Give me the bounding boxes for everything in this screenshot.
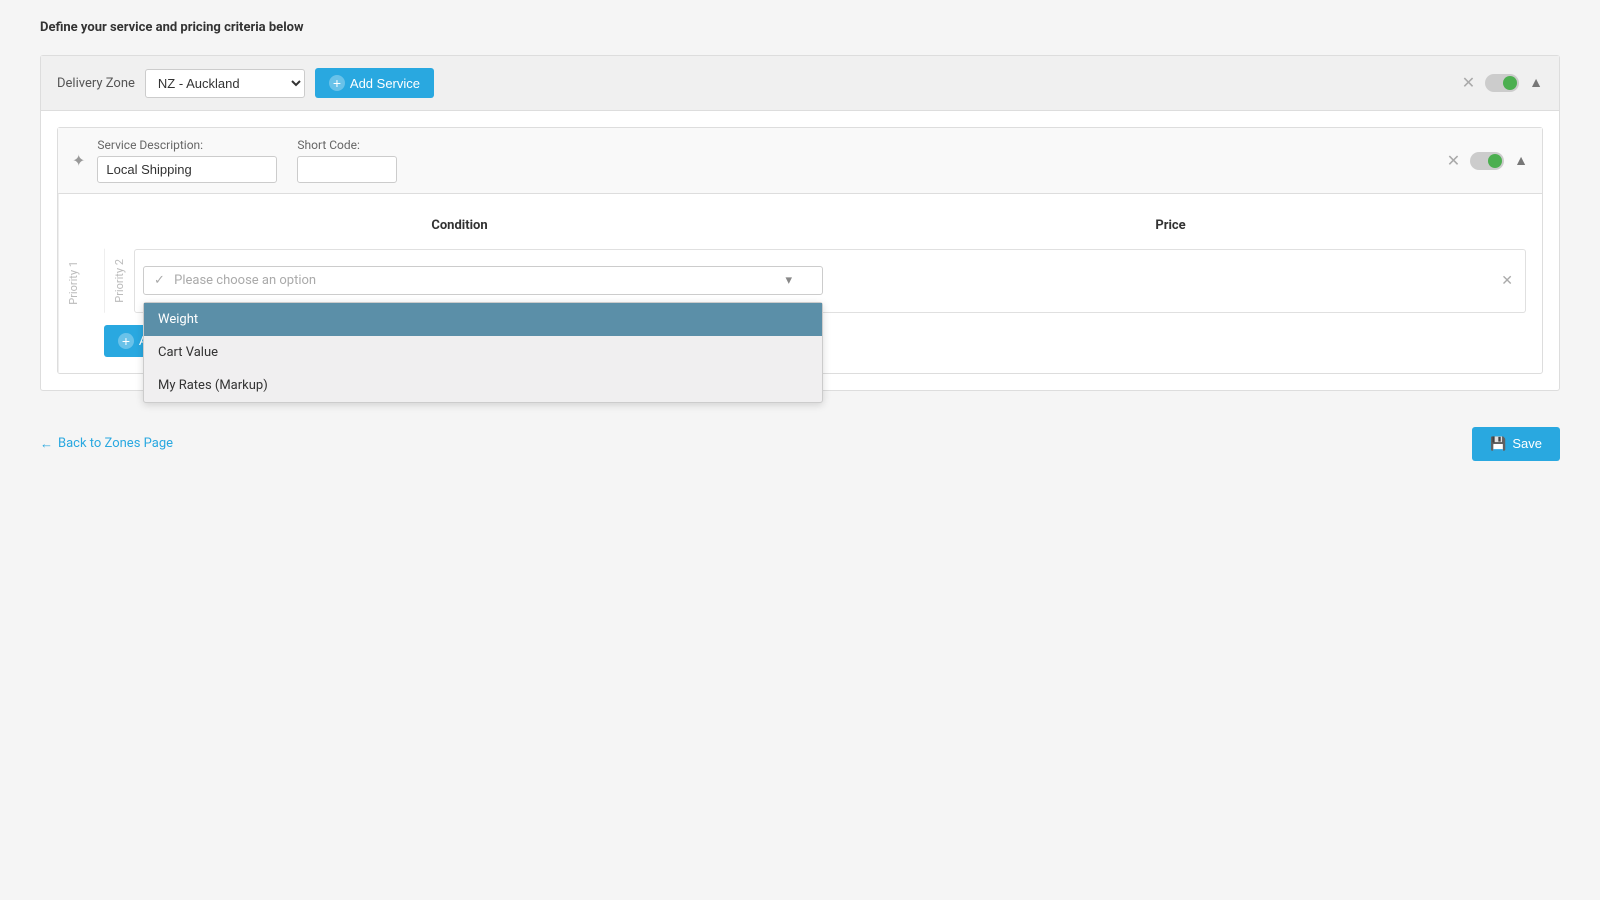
condition-select-wrap: ✓ Please choose an option ▾ Weight Cart: [143, 266, 1489, 295]
service-fields: Service Description: Short Code:: [97, 138, 1434, 183]
add-pricing-plus-icon: +: [118, 333, 134, 349]
page-subtitle: Define your service and pricing criteria…: [40, 20, 1560, 35]
service-card-header: ✦ Service Description: Short Code: ✕: [58, 128, 1542, 194]
priority-2-row: Priority 2 ✓ Please choose an option: [104, 249, 1526, 313]
arrow-left-icon: ←: [40, 436, 53, 452]
add-service-label: Add Service: [350, 76, 420, 91]
outer-header-left: Delivery Zone NZ - Auckland + Add Servic…: [57, 68, 1450, 98]
price-column-header: Price: [815, 218, 1526, 233]
plus-icon: +: [329, 75, 345, 91]
service-toggle-dot: [1488, 154, 1502, 168]
condition-column-header: Condition: [104, 218, 815, 233]
delivery-zone-select[interactable]: NZ - Auckland: [145, 69, 305, 98]
service-description-label: Service Description:: [97, 138, 277, 152]
outer-collapse-icon[interactable]: ▲: [1529, 76, 1543, 90]
outer-card-header: Delivery Zone NZ - Auckland + Add Servic…: [41, 56, 1559, 111]
short-code-label: Short Code:: [297, 138, 397, 152]
drag-handle-icon[interactable]: ✦: [72, 151, 85, 170]
pricing-row-content: ✓ Please choose an option ▾ Weight Cart: [134, 249, 1526, 313]
service-card: ✦ Service Description: Short Code: ✕: [57, 127, 1543, 374]
condition-dropdown-menu: Weight Cart Value My Rates (Markup): [143, 302, 823, 403]
pricing-rows-area: Condition Price Priority 2: [88, 194, 1542, 373]
outer-toggle[interactable]: [1485, 74, 1519, 92]
service-description-input[interactable]: [97, 156, 277, 183]
save-floppy-icon: 💾: [1490, 436, 1506, 452]
outer-close-icon[interactable]: ✕: [1462, 75, 1475, 91]
delivery-zone-label: Delivery Zone: [57, 76, 135, 91]
dropdown-option-weight[interactable]: Weight: [144, 303, 822, 336]
condition-price-header: Condition Price: [104, 210, 1526, 241]
add-service-button[interactable]: + Add Service: [315, 68, 434, 98]
dropdown-option-my-rates[interactable]: My Rates (Markup): [144, 369, 822, 402]
dropdown-option-cart-value[interactable]: Cart Value: [144, 336, 822, 369]
priority-1-label: Priority 1: [58, 194, 88, 373]
select-chevron-icon: ▾: [785, 273, 792, 288]
select-checkmark-icon: ✓: [154, 273, 165, 288]
service-header-right: ✕ ▲: [1447, 152, 1528, 170]
back-to-zones-link[interactable]: ← Back to Zones Page: [40, 436, 173, 452]
outer-header-right: ✕ ▲: [1462, 74, 1543, 92]
select-placeholder: Please choose an option: [174, 273, 316, 288]
service-collapse-icon[interactable]: ▲: [1514, 154, 1528, 168]
save-button[interactable]: 💾 Save: [1472, 427, 1560, 461]
outer-card: Delivery Zone NZ - Auckland + Add Servic…: [40, 55, 1560, 391]
short-code-group: Short Code:: [297, 138, 397, 183]
service-toggle[interactable]: [1470, 152, 1504, 170]
pricing-row-delete-icon[interactable]: ✕: [1497, 269, 1517, 293]
priority-2-label: Priority 2: [104, 249, 134, 313]
service-body: Priority 1 Condition Price Priority 2: [58, 194, 1542, 373]
bottom-actions: ← Back to Zones Page 💾 Save: [40, 411, 1560, 477]
condition-select-display[interactable]: ✓ Please choose an option ▾: [143, 266, 823, 295]
back-to-zones-label: Back to Zones Page: [58, 436, 173, 451]
short-code-input[interactable]: [297, 156, 397, 183]
outer-card-body: ✦ Service Description: Short Code: ✕: [41, 111, 1559, 390]
service-description-group: Service Description:: [97, 138, 277, 183]
save-label: Save: [1512, 436, 1542, 451]
service-close-icon[interactable]: ✕: [1447, 153, 1460, 169]
toggle-dot: [1503, 76, 1517, 90]
